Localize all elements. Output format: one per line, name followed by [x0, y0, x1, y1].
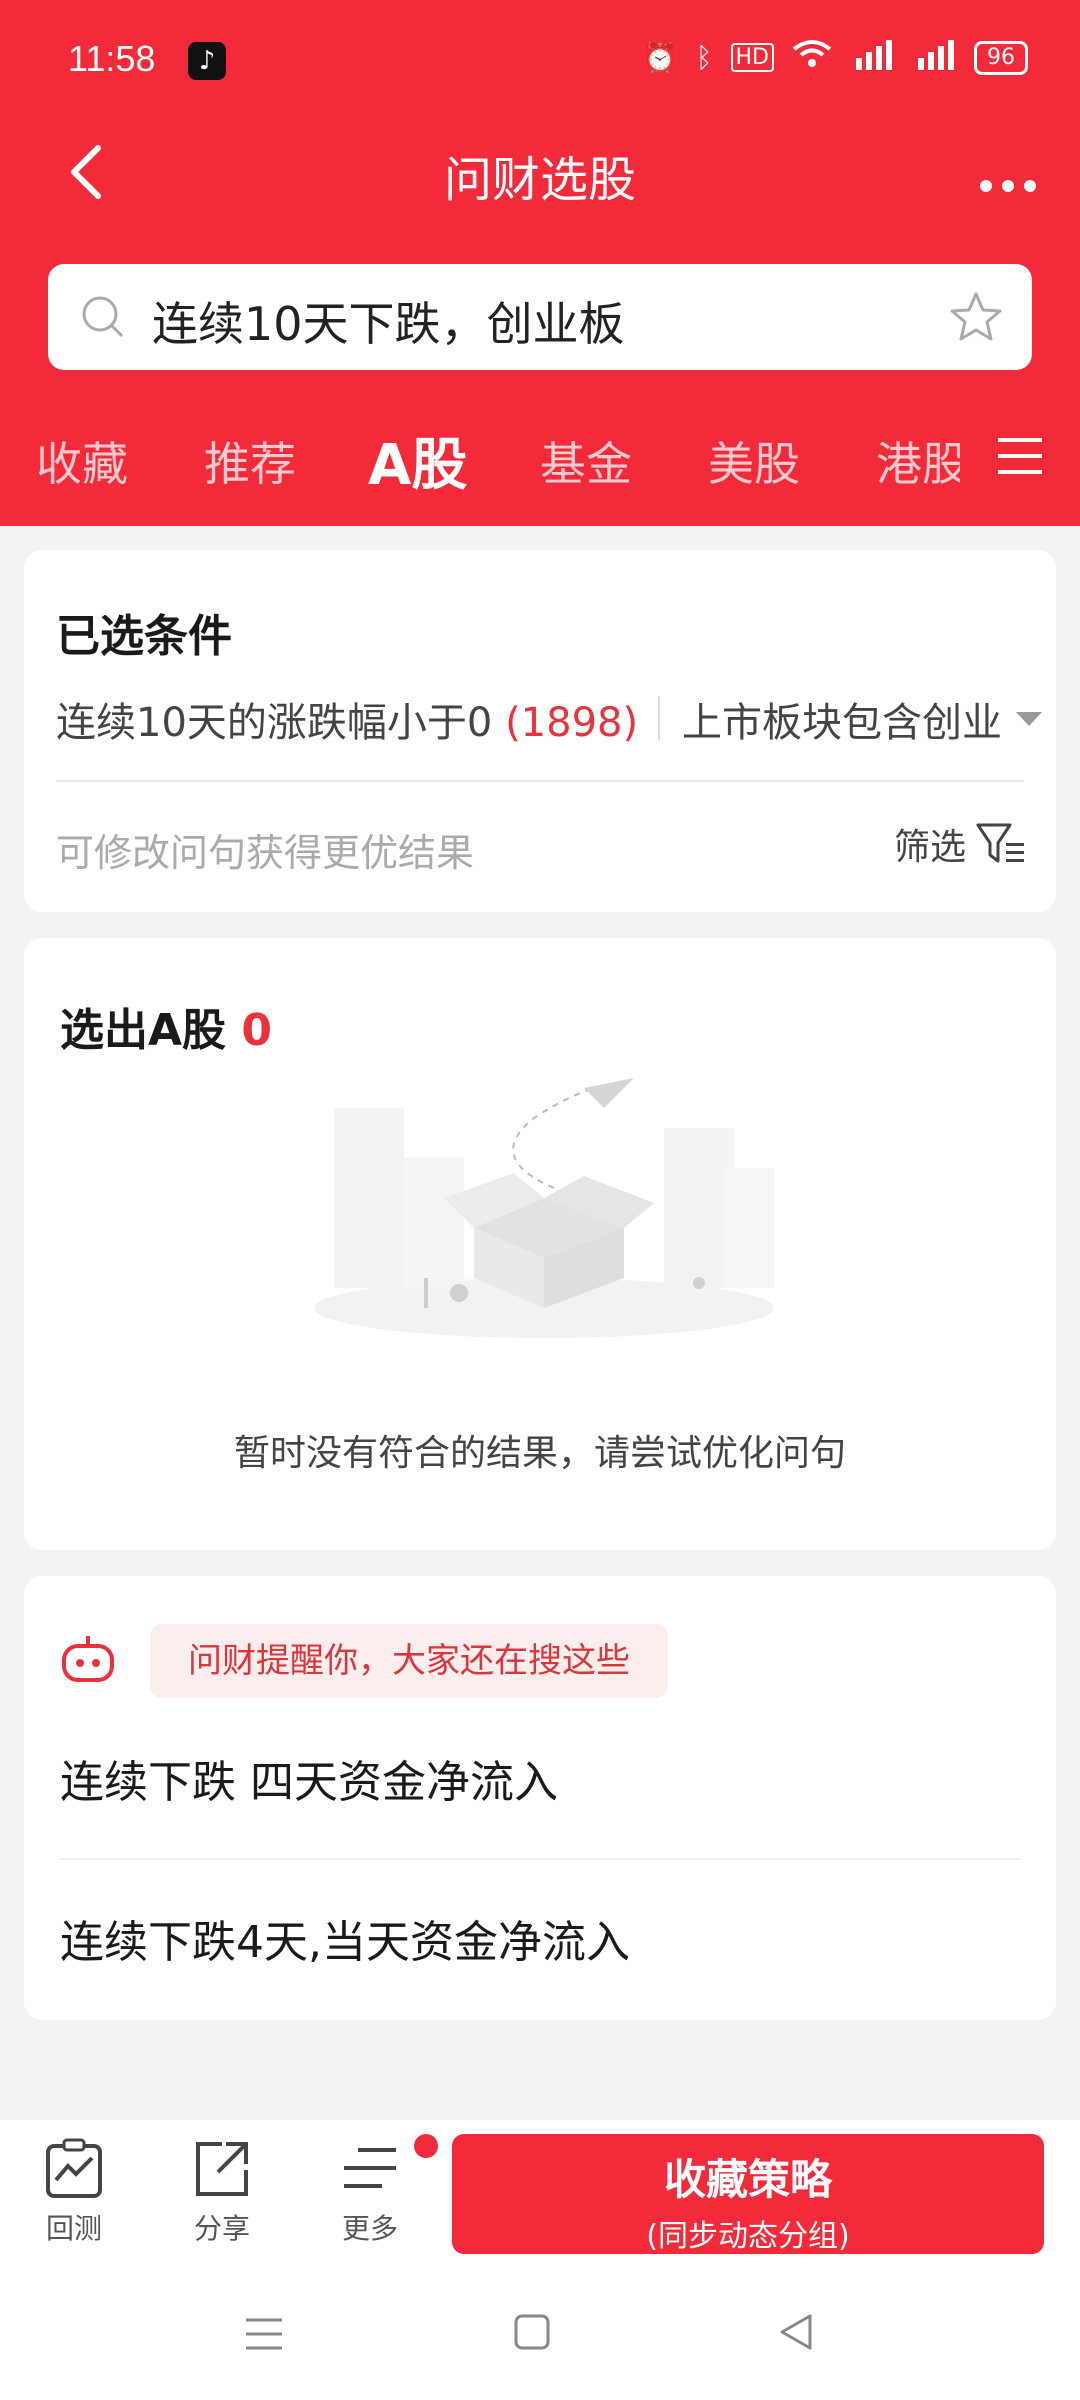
tab-menu-icon[interactable] — [996, 434, 1044, 478]
results-count: 0 — [241, 1005, 273, 1056]
battery-indicator: 96 — [974, 40, 1028, 75]
star-favorite-icon[interactable] — [948, 290, 1004, 344]
filter-icon — [976, 823, 1024, 863]
notification-dot — [414, 2134, 438, 2158]
suggestion-banner: 问财提醒你，大家还在搜这些 — [150, 1624, 668, 1698]
app-header: 11:58 ♪ ⏰ ᛒ HD 96 问财选股 连续10天下跌，创业板 收藏 推荐… — [0, 0, 1080, 526]
system-home-icon[interactable] — [512, 2312, 552, 2352]
condition-1-count: (1898) — [505, 700, 639, 746]
share-button[interactable]: 分享 — [172, 2138, 272, 2247]
more-label: 更多 — [341, 2212, 398, 2245]
share-icon — [196, 2142, 248, 2196]
hd-icon: HD — [730, 43, 774, 72]
backtest-label: 回测 — [45, 2212, 102, 2245]
signal-5g-icon-2 — [912, 38, 956, 77]
more-button[interactable]: 更多 — [320, 2138, 420, 2247]
robot-assistant-icon — [62, 1636, 114, 1682]
system-back-icon[interactable] — [776, 2312, 816, 2352]
tab-hk-stocks[interactable]: 港股 — [876, 428, 960, 494]
share-label: 分享 — [193, 2212, 250, 2245]
cta-sub-label: (同步动态分组) — [646, 2219, 850, 2254]
empty-box-illustration — [314, 1078, 774, 1338]
tab-recommend[interactable]: 推荐 — [204, 428, 296, 494]
tab-funds[interactable]: 基金 — [540, 428, 632, 494]
save-strategy-button[interactable]: 收藏策略 (同步动态分组) — [452, 2134, 1044, 2254]
suggestion-item-2[interactable]: 连续下跌4天,当天资金净流入 — [60, 1906, 630, 1970]
suggestion-item-1[interactable]: 连续下跌 四天资金净流入 — [60, 1746, 558, 1810]
hint-text: 可修改问句获得更优结果 — [56, 831, 475, 875]
signal-5g-icon — [850, 38, 894, 77]
cta-main-label: 收藏策略 — [663, 2155, 832, 2204]
search-input[interactable]: 连续10天下跌，创业板 — [48, 264, 1032, 370]
more-menu-button[interactable] — [978, 158, 1038, 204]
wifi-icon — [792, 39, 832, 76]
search-icon — [82, 296, 124, 338]
results-card: 选出A股 0 暂时没有符合的结果，请尝试优化问句 — [24, 938, 1056, 1550]
caret-down-icon[interactable] — [1014, 710, 1044, 728]
status-bar: 11:58 ♪ ⏰ ᛒ HD 96 — [0, 0, 1080, 110]
search-query: 连续10天下跌，创业板 — [152, 297, 625, 351]
more-dots-icon — [980, 180, 1036, 192]
divider — [658, 696, 660, 740]
bluetooth-icon: ᛒ — [695, 41, 713, 74]
divider — [56, 780, 1024, 782]
conditions-title: 已选条件 — [56, 611, 232, 662]
more-lines-icon — [344, 2148, 396, 2188]
status-icons: ⏰ ᛒ HD 96 — [643, 38, 1028, 77]
conditions-card: 已选条件 连续10天的涨跌幅小于0 (1898) 上市板块包含创业 可修改问句获… — [24, 550, 1056, 912]
bottom-toolbar: 回测 分享 更多 收藏策略 (同步动态分组) — [0, 2120, 1080, 2400]
suggestions-card: 问财提醒你，大家还在搜这些 连续下跌 四天资金净流入 连续下跌4天,当天资金净流… — [24, 1576, 1056, 2020]
alarm-icon: ⏰ — [642, 41, 678, 74]
filter-label: 筛选 — [893, 827, 966, 868]
tab-us-stocks[interactable]: 美股 — [708, 428, 800, 494]
tiktok-icon: ♪ — [188, 42, 226, 80]
backtest-chart-icon — [46, 2138, 102, 2198]
category-tabs: 收藏 推荐 A股 基金 美股 港股 — [0, 420, 1080, 500]
empty-message: 暂时没有符合的结果，请尝试优化问句 — [233, 1433, 846, 1474]
condition-chip-2[interactable]: 上市板块包含创业 — [682, 690, 1006, 748]
status-time: 11:58 — [68, 38, 156, 79]
condition-chip-1[interactable]: 连续10天的涨跌幅小于0 (1898) — [56, 690, 638, 748]
divider — [60, 1858, 1020, 1860]
condition-1-text: 连续10天的涨跌幅小于0 — [56, 700, 506, 746]
results-title: 选出A股 — [60, 1005, 227, 1056]
backtest-button[interactable]: 回测 — [24, 2138, 124, 2247]
results-header: 选出A股 0 — [60, 994, 272, 1058]
page-title: 问财选股 — [443, 152, 636, 208]
system-menu-icon[interactable] — [244, 2314, 284, 2354]
tab-a-shares[interactable]: A股 — [368, 420, 467, 501]
tab-favorites[interactable]: 收藏 — [36, 428, 128, 494]
filter-button[interactable]: 筛选 — [894, 818, 1026, 870]
